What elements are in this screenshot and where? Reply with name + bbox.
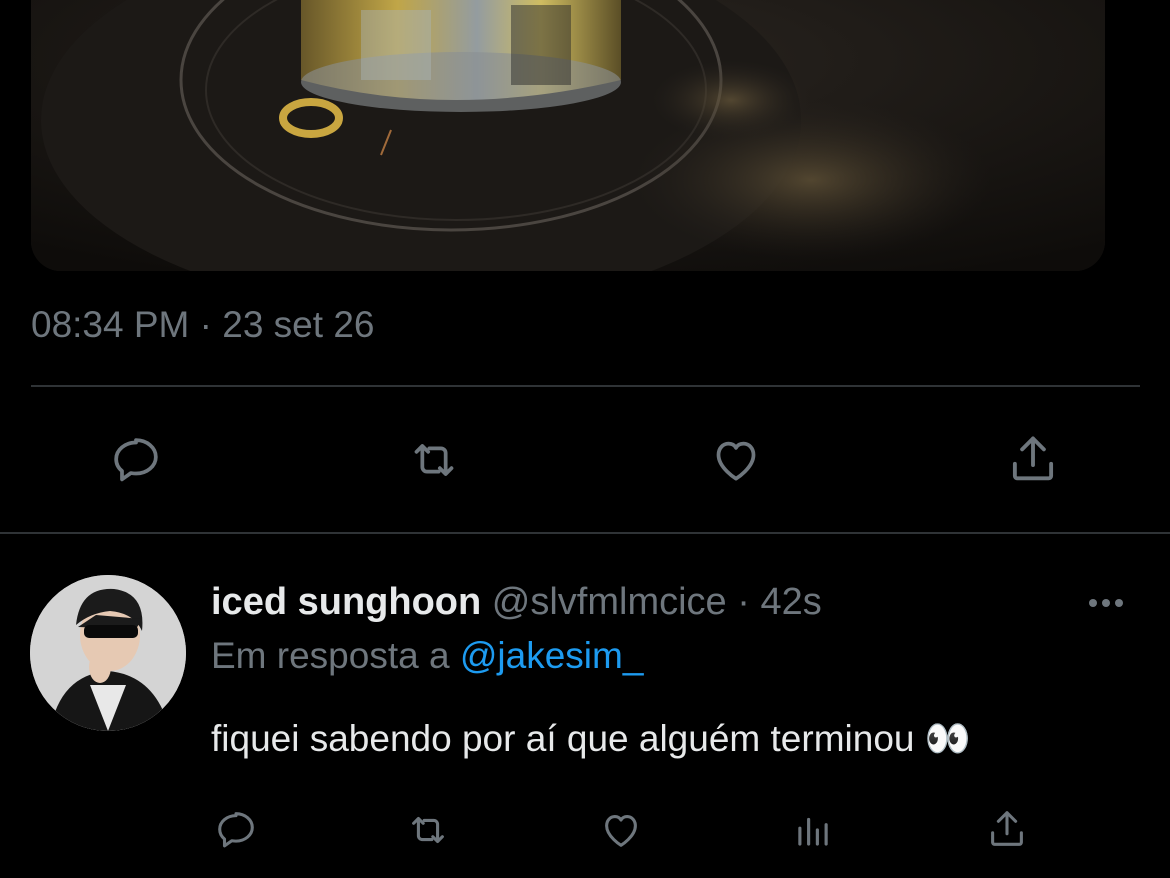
comment-icon	[218, 812, 254, 848]
share-icon	[1012, 436, 1054, 481]
like-button[interactable]	[700, 430, 772, 490]
retweet-button[interactable]	[398, 805, 458, 855]
reply-button[interactable]	[100, 430, 172, 490]
comment-icon	[114, 438, 158, 482]
heart-icon	[605, 815, 637, 847]
avatar-image	[30, 575, 186, 731]
display-name[interactable]: iced sunghoon	[211, 581, 481, 623]
share-icon	[991, 811, 1023, 846]
more-icon	[1089, 599, 1123, 607]
retweet-icon	[414, 444, 454, 476]
share-button[interactable]	[1000, 428, 1066, 490]
separator-dot: ·	[737, 581, 750, 623]
mention-link[interactable]: @jakesim_	[460, 635, 644, 676]
tweet-timestamp[interactable]: 08:34 PM · 23 set 26	[31, 304, 374, 346]
drink-photo	[31, 0, 1105, 271]
retweet-icon	[412, 816, 444, 844]
reply-time[interactable]: 42s	[760, 581, 821, 623]
reply-button[interactable]	[210, 805, 262, 855]
divider	[0, 532, 1170, 534]
divider	[31, 385, 1140, 387]
avatar[interactable]	[30, 575, 186, 731]
replying-prefix: Em resposta a	[211, 635, 450, 676]
share-button[interactable]	[982, 803, 1032, 855]
reply-header: iced sunghoon @slvfmlmcice · 42s	[211, 580, 822, 624]
tweet-media-image[interactable]	[31, 0, 1105, 271]
views-button[interactable]	[790, 805, 836, 855]
replying-to: Em resposta a @jakesim_	[211, 634, 643, 678]
retweet-button[interactable]	[398, 430, 470, 490]
more-options-button[interactable]	[1084, 585, 1128, 621]
reply-text: fiquei sabendo por aí que alguém termino…	[211, 718, 971, 759]
heart-icon	[716, 441, 756, 481]
analytics-icon	[798, 817, 828, 846]
user-handle[interactable]: @slvfmlmcice	[492, 581, 727, 623]
like-button[interactable]	[595, 805, 647, 855]
